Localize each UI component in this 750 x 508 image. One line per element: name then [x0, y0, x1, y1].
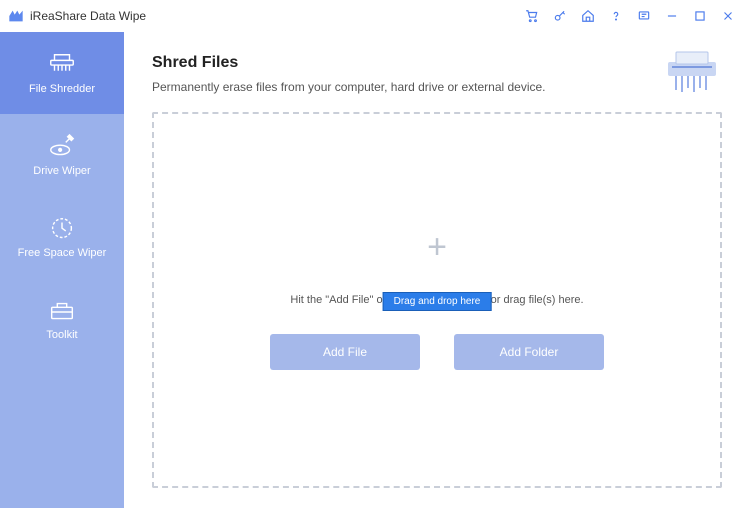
sidebar-item-toolkit[interactable]: Toolkit — [0, 278, 124, 360]
page-heading: Shred Files — [152, 54, 722, 72]
page-subtitle: Permanently erase files from your comput… — [152, 80, 722, 94]
feedback-icon[interactable] — [632, 4, 656, 28]
add-folder-button[interactable]: Add Folder — [454, 334, 604, 370]
titlebar: iReaShare Data Wipe — [0, 0, 750, 32]
plus-icon: + — [427, 230, 447, 264]
close-icon[interactable] — [716, 4, 740, 28]
toolbox-icon — [47, 297, 77, 323]
cart-icon[interactable] — [520, 4, 544, 28]
main-area: File Shredder Drive Wiper Free Space Wip… — [0, 32, 750, 508]
minimize-icon[interactable] — [660, 4, 684, 28]
drive-icon — [47, 133, 77, 159]
sidebar-item-label: Drive Wiper — [33, 165, 90, 177]
key-icon[interactable] — [548, 4, 572, 28]
button-row: Add File Add Folder — [270, 334, 604, 370]
shredder-icon — [47, 51, 77, 77]
sidebar-item-label: Toolkit — [46, 329, 77, 341]
maximize-icon[interactable] — [688, 4, 712, 28]
drop-zone[interactable]: + Hit the "Add File" or "Add Folder" but… — [152, 112, 722, 488]
sidebar-item-label: Free Space Wiper — [18, 247, 107, 259]
help-icon[interactable] — [604, 4, 628, 28]
clock-icon — [47, 215, 77, 241]
app-logo-icon — [8, 8, 24, 24]
drag-drop-tooltip: Drag and drop here — [383, 292, 492, 311]
drop-zone-hint: Hit the "Add File" or "Add Folder" butto… — [290, 294, 583, 306]
sidebar-item-free-space-wiper[interactable]: Free Space Wiper — [0, 196, 124, 278]
content: Shred Files Permanently erase files from… — [124, 32, 750, 508]
sidebar-item-drive-wiper[interactable]: Drive Wiper — [0, 114, 124, 196]
sidebar: File Shredder Drive Wiper Free Space Wip… — [0, 32, 124, 508]
shredder-illustration-icon — [662, 50, 722, 98]
home-icon[interactable] — [576, 4, 600, 28]
sidebar-item-file-shredder[interactable]: File Shredder — [0, 32, 124, 114]
app-title: iReaShare Data Wipe — [30, 9, 146, 23]
sidebar-item-label: File Shredder — [29, 83, 95, 95]
add-file-button[interactable]: Add File — [270, 334, 420, 370]
